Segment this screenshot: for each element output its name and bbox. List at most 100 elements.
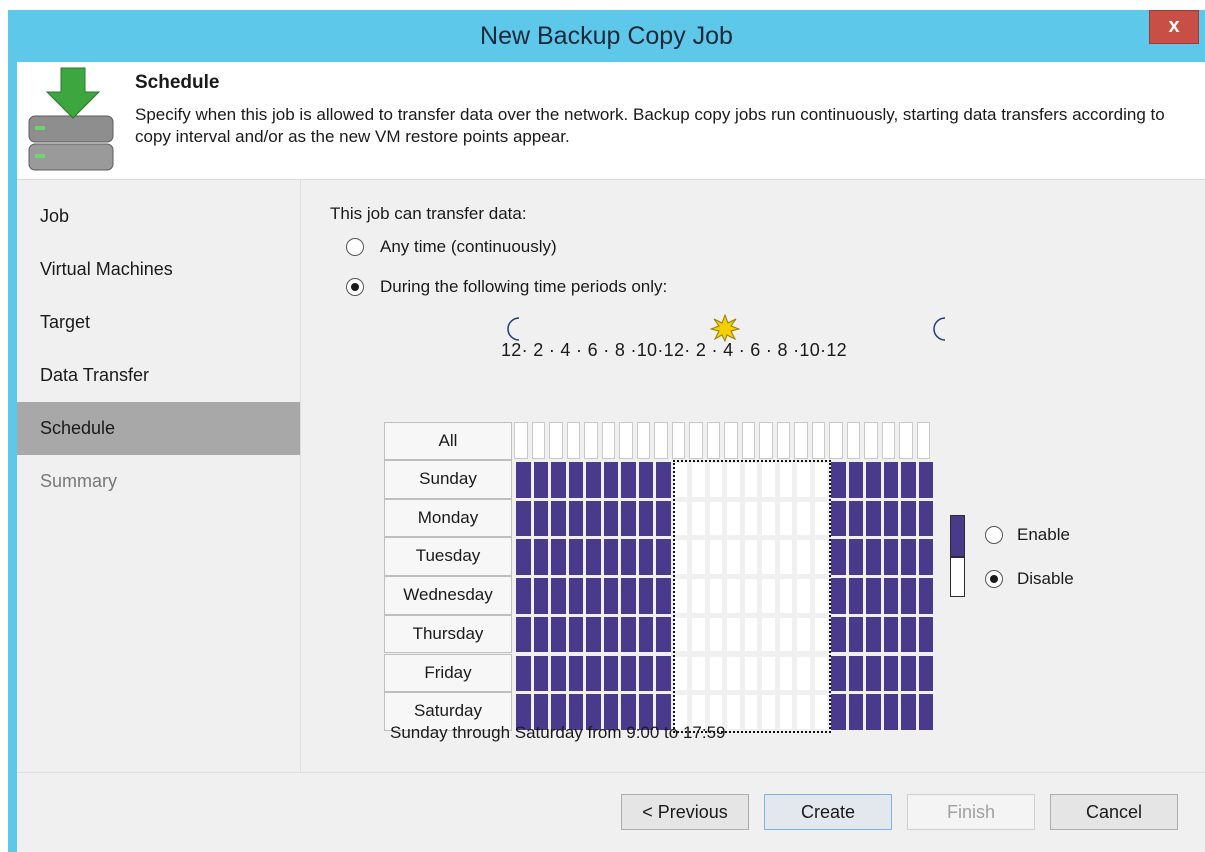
schedule-cell[interactable] [568,500,583,537]
schedule-cell[interactable] [516,462,531,498]
schedule-cell[interactable] [656,578,671,614]
schedule-cell[interactable] [866,616,881,653]
schedule-cell[interactable] [516,500,531,537]
schedule-cell[interactable] [551,616,566,653]
schedule-cell[interactable] [848,655,863,692]
schedule-cell[interactable] [883,500,898,537]
schedule-cell[interactable] [831,616,846,653]
enable-radio[interactable] [985,526,1003,544]
schedule-cell[interactable] [901,694,916,730]
hour-column-button[interactable] [636,422,650,459]
schedule-cell[interactable] [568,616,583,653]
schedule-cell[interactable] [568,578,583,614]
day-row-button[interactable]: Wednesday [384,576,512,615]
hour-column-button[interactable] [654,422,668,459]
hour-column-button[interactable] [759,422,773,459]
schedule-cell[interactable] [831,462,846,498]
schedule-cell[interactable] [848,462,863,498]
hour-column-button[interactable] [601,422,615,459]
all-days-button[interactable]: All [384,422,512,460]
previous-button[interactable]: < Previous [621,794,749,830]
schedule-cell[interactable] [621,655,636,692]
schedule-cell[interactable] [568,655,583,692]
schedule-cell[interactable] [901,539,916,576]
schedule-cell[interactable] [866,694,881,730]
schedule-cell[interactable] [603,655,618,692]
hour-column-button[interactable] [829,422,843,459]
schedule-cell[interactable] [831,694,846,730]
schedule-cell[interactable] [918,462,933,498]
schedule-cell[interactable] [586,578,601,614]
day-row-button[interactable]: Tuesday [384,537,512,577]
schedule-cell[interactable] [603,539,618,576]
schedule-cell[interactable] [918,616,933,653]
disable-label[interactable]: Disable [1017,569,1074,589]
hour-column-button[interactable] [811,422,825,459]
schedule-cell[interactable] [638,462,653,498]
cancel-button[interactable]: Cancel [1050,794,1178,830]
hour-column-button[interactable] [531,422,545,459]
schedule-cell[interactable] [603,616,618,653]
schedule-cell[interactable] [656,500,671,537]
schedule-cell[interactable] [621,500,636,537]
schedule-cell[interactable] [516,616,531,653]
schedule-cell[interactable] [551,462,566,498]
schedule-cell[interactable] [866,655,881,692]
periods-radio[interactable] [346,278,364,296]
hour-column-button[interactable] [916,422,930,459]
schedule-cell[interactable] [586,462,601,498]
schedule-cell[interactable] [621,539,636,576]
schedule-cell[interactable] [866,500,881,537]
schedule-cell[interactable] [831,500,846,537]
hour-column-button[interactable] [566,422,580,459]
schedule-cell[interactable] [603,578,618,614]
schedule-cell[interactable] [831,655,846,692]
day-row-button[interactable]: Sunday [384,460,512,499]
schedule-cell[interactable] [586,655,601,692]
schedule-cell[interactable] [901,500,916,537]
schedule-cell[interactable] [516,539,531,576]
schedule-cell[interactable] [918,655,933,692]
schedule-cell[interactable] [638,539,653,576]
schedule-cell[interactable] [551,500,566,537]
schedule-cell[interactable] [866,578,881,614]
schedule-cell[interactable] [621,462,636,498]
schedule-cell[interactable] [638,500,653,537]
hour-column-button[interactable] [706,422,720,459]
schedule-cell[interactable] [831,578,846,614]
schedule-cell[interactable] [848,539,863,576]
disable-radio[interactable] [985,570,1003,588]
schedule-cell[interactable] [603,500,618,537]
schedule-cell[interactable] [918,578,933,614]
schedule-cell[interactable] [901,655,916,692]
schedule-cell[interactable] [533,655,548,692]
hour-column-button[interactable] [584,422,598,459]
step-data-transfer[interactable]: Data Transfer [17,349,300,402]
schedule-cell[interactable] [568,462,583,498]
schedule-cell[interactable] [586,500,601,537]
schedule-cell[interactable] [918,539,933,576]
schedule-cell[interactable] [533,616,548,653]
schedule-cell[interactable] [586,539,601,576]
schedule-cell[interactable] [901,462,916,498]
create-button[interactable]: Create [764,794,892,830]
schedule-cell[interactable] [533,578,548,614]
schedule-cell[interactable] [656,616,671,653]
schedule-cell[interactable] [533,539,548,576]
step-target[interactable]: Target [17,296,300,349]
hour-column-button[interactable] [776,422,790,459]
schedule-cell[interactable] [866,462,881,498]
hour-column-button[interactable] [741,422,755,459]
schedule-cell[interactable] [883,539,898,576]
hour-column-button[interactable] [549,422,563,459]
close-button[interactable]: x [1149,10,1199,44]
hour-column-button[interactable] [724,422,738,459]
day-row-button[interactable]: Monday [384,498,512,538]
step-virtual-machines[interactable]: Virtual Machines [17,243,300,296]
schedule-cell[interactable] [551,655,566,692]
schedule-cell[interactable] [831,539,846,576]
schedule-cell[interactable] [533,500,548,537]
schedule-cell[interactable] [883,616,898,653]
anytime-label[interactable]: Any time (continuously) [380,237,557,257]
step-schedule[interactable]: Schedule [17,402,300,455]
